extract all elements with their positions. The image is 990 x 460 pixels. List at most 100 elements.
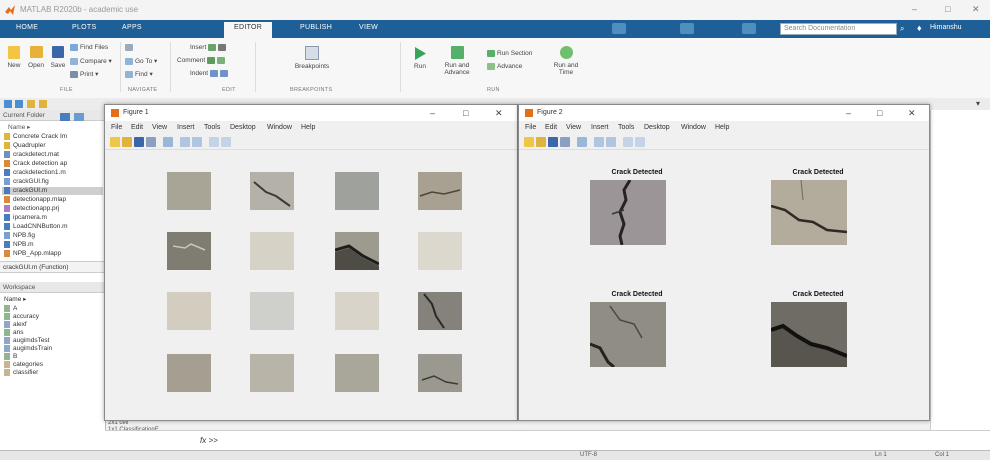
menu-edit[interactable]: Edit	[545, 124, 557, 131]
minimize-button[interactable]: –	[912, 4, 917, 14]
table-row[interactable]: ans	[4, 329, 23, 337]
new-figure-icon[interactable]	[524, 137, 534, 147]
menu-window[interactable]: Window	[681, 124, 706, 131]
table-row[interactable]: accuracy	[4, 313, 39, 321]
notification-bell-icon[interactable]: ♦	[917, 23, 922, 33]
concrete-image-tile[interactable]	[418, 354, 462, 392]
menu-tools[interactable]: Tools	[618, 124, 634, 131]
zoom-icon[interactable]	[163, 137, 173, 147]
list-item[interactable]: crackdetection1.m	[4, 169, 66, 177]
concrete-image-tile[interactable]	[335, 232, 379, 270]
new-figure-icon[interactable]	[110, 137, 120, 147]
run-section-button[interactable]: Run Section	[487, 50, 532, 57]
concrete-image-tile[interactable]	[250, 172, 294, 210]
table-row[interactable]: B	[4, 353, 17, 361]
concrete-image-tile[interactable]	[250, 292, 294, 330]
find-button[interactable]: Find ▾	[125, 70, 153, 78]
data-cursor-icon[interactable]	[221, 137, 231, 147]
table-row[interactable]: classifier	[4, 369, 38, 377]
list-item-selected[interactable]: crackGUI.m	[2, 187, 103, 195]
tab-home[interactable]: HOME	[16, 24, 38, 31]
list-item[interactable]: NPB_App.mlapp	[4, 250, 61, 258]
concrete-image-tile[interactable]	[167, 172, 211, 210]
save-quick-icon[interactable]	[612, 23, 626, 34]
menu-help[interactable]: Help	[301, 124, 315, 131]
menu-desktop[interactable]: Desktop	[230, 124, 256, 131]
new-button[interactable]: New	[4, 46, 24, 69]
list-item[interactable]: ipcamera.m	[4, 214, 47, 222]
menu-file[interactable]: File	[525, 124, 536, 131]
pointer-icon[interactable]	[623, 137, 633, 147]
list-item[interactable]: Concrete Crack Im	[4, 133, 67, 141]
concrete-image-tile[interactable]	[167, 232, 211, 270]
concrete-image-tile[interactable]	[167, 354, 211, 392]
crack-image[interactable]	[590, 180, 666, 245]
search-documentation-input[interactable]: Search Documentation	[780, 23, 897, 35]
maximize-button[interactable]: □	[877, 108, 882, 118]
concrete-image-tile[interactable]	[335, 292, 379, 330]
crack-image[interactable]	[771, 180, 847, 245]
list-item[interactable]: crackGUI.fig	[4, 178, 49, 186]
list-item[interactable]: NPB.fig	[4, 232, 35, 240]
crack-image[interactable]	[771, 302, 847, 367]
indent-button[interactable]: Indent	[190, 70, 230, 77]
list-item[interactable]: Quadrupler	[4, 142, 46, 150]
tab-editor[interactable]: EDITOR	[224, 22, 273, 38]
panel-toolbar-icon[interactable]	[60, 113, 70, 121]
close-button[interactable]: ✕	[495, 108, 503, 119]
pointer-icon[interactable]	[209, 137, 219, 147]
up-folder-icon[interactable]	[27, 100, 35, 108]
table-row[interactable]: alexf	[4, 321, 27, 329]
list-item[interactable]: Crack detection ap	[4, 160, 67, 168]
advance-button[interactable]: Advance	[487, 63, 522, 70]
help-quick-icon[interactable]	[742, 23, 756, 34]
back-forward-button[interactable]	[125, 44, 135, 51]
browse-folder-icon[interactable]	[39, 100, 47, 108]
figure-2-canvas[interactable]: Crack Detected Crack Detected Crack Dete…	[519, 150, 929, 420]
concrete-image-tile[interactable]	[418, 292, 462, 330]
compare-button[interactable]: Compare ▾	[70, 57, 112, 65]
tab-apps[interactable]: APPS	[122, 24, 142, 31]
find-files-button[interactable]: Find Files	[70, 44, 108, 51]
figure-2-window[interactable]: Figure 2 – □ ✕ File Edit View Insert Too…	[518, 104, 930, 421]
save-button[interactable]: Save	[48, 46, 68, 69]
figure-1-canvas[interactable]	[105, 150, 517, 420]
zoom-icon[interactable]	[577, 137, 587, 147]
workspace-name-header[interactable]: Name ▸	[4, 295, 26, 303]
tab-plots[interactable]: PLOTS	[72, 24, 96, 31]
comment-button[interactable]: Comment	[177, 57, 227, 64]
table-row[interactable]: categories	[4, 361, 43, 369]
print-button[interactable]: Print ▾	[70, 70, 98, 78]
tab-publish[interactable]: PUBLISH	[300, 24, 332, 31]
menu-edit[interactable]: Edit	[131, 124, 143, 131]
panel-toolbar-icon[interactable]	[74, 113, 84, 121]
undo-quick-icon[interactable]	[680, 23, 694, 34]
table-row[interactable]: A	[4, 305, 17, 313]
save-icon[interactable]	[134, 137, 144, 147]
pan-icon[interactable]	[180, 137, 190, 147]
pan-icon[interactable]	[594, 137, 604, 147]
table-row[interactable]: augimdsTest	[4, 337, 50, 345]
save-icon[interactable]	[548, 137, 558, 147]
run-and-time-button[interactable]: Run and Time	[550, 46, 582, 76]
menu-help[interactable]: Help	[715, 124, 729, 131]
search-icon[interactable]: ⌕	[900, 24, 904, 34]
crack-image[interactable]	[590, 302, 666, 367]
list-item[interactable]: LoadCNNButton.m	[4, 223, 68, 231]
open-button[interactable]: Open	[26, 46, 46, 69]
close-button[interactable]: ✕	[908, 108, 916, 119]
editor-area[interactable]	[930, 110, 990, 430]
run-and-advance-button[interactable]: Run and Advance	[440, 46, 474, 76]
data-cursor-icon[interactable]	[635, 137, 645, 147]
close-button[interactable]: ✕	[972, 4, 980, 15]
go-to-button[interactable]: Go To ▾	[125, 57, 157, 65]
menu-insert[interactable]: Insert	[177, 124, 195, 131]
user-account[interactable]: Himanshu	[930, 24, 962, 31]
current-folder-name-header[interactable]: Name ▸	[8, 123, 30, 131]
print-icon[interactable]	[560, 137, 570, 147]
run-button[interactable]: Run	[410, 46, 430, 70]
figure-1-window[interactable]: Figure 1 – □ ✕ File Edit View Insert Too…	[104, 104, 518, 421]
maximize-button[interactable]: □	[945, 4, 950, 14]
list-item[interactable]: detectionapp.prj	[4, 205, 59, 213]
menu-view[interactable]: View	[152, 124, 167, 131]
